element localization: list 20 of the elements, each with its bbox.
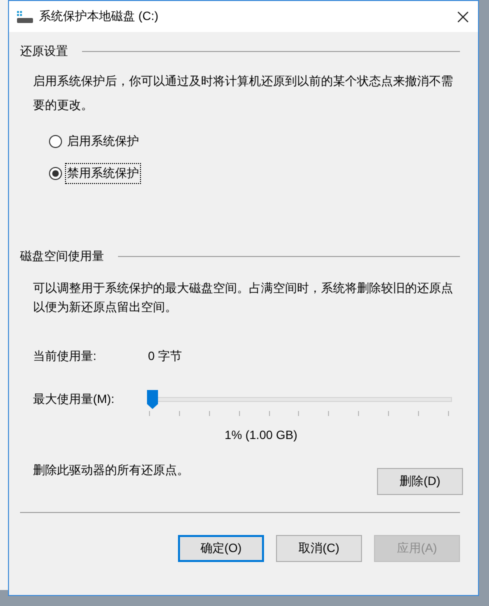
radio-button[interactable] xyxy=(49,134,62,148)
usage-reading: 1% (1.00 GB) xyxy=(224,428,298,442)
slider-thumb[interactable] xyxy=(147,390,158,409)
group-heading: 磁盘空间使用量 xyxy=(20,248,104,264)
description-text: 可以调整用于系统保护的最大磁盘空间。占满空间时，系统将删除较旧的还原点以便为新还原点留出空间。 xyxy=(33,280,454,316)
usage-value: 0 字节 xyxy=(148,348,182,365)
radio-label[interactable]: 禁用系统保护 xyxy=(65,162,141,184)
ok-button[interactable]: 确定(O) xyxy=(178,535,264,562)
description-text: 启用系统保护后，你可以通过及时将计算机还原到以前的某个状态点来撤消不需要的更改。 xyxy=(33,73,453,114)
window-title: 系统保护本地磁盘 (C:) xyxy=(39,8,160,25)
radio-button[interactable] xyxy=(49,166,62,180)
delete-button[interactable]: 删除(D) xyxy=(377,468,463,495)
group-heading: 还原设置 xyxy=(20,42,68,60)
delete-text: 删除此驱动器的所有还原点。 xyxy=(33,462,189,479)
field-label: 当前使用量: xyxy=(33,348,98,365)
close-icon[interactable] xyxy=(457,10,469,22)
field-label: 最大使用量(M): xyxy=(33,391,116,408)
drive-icon xyxy=(17,10,33,22)
cancel-button[interactable]: 取消(C) xyxy=(276,535,362,562)
radio-label[interactable]: 启用系统保护 xyxy=(65,130,141,152)
